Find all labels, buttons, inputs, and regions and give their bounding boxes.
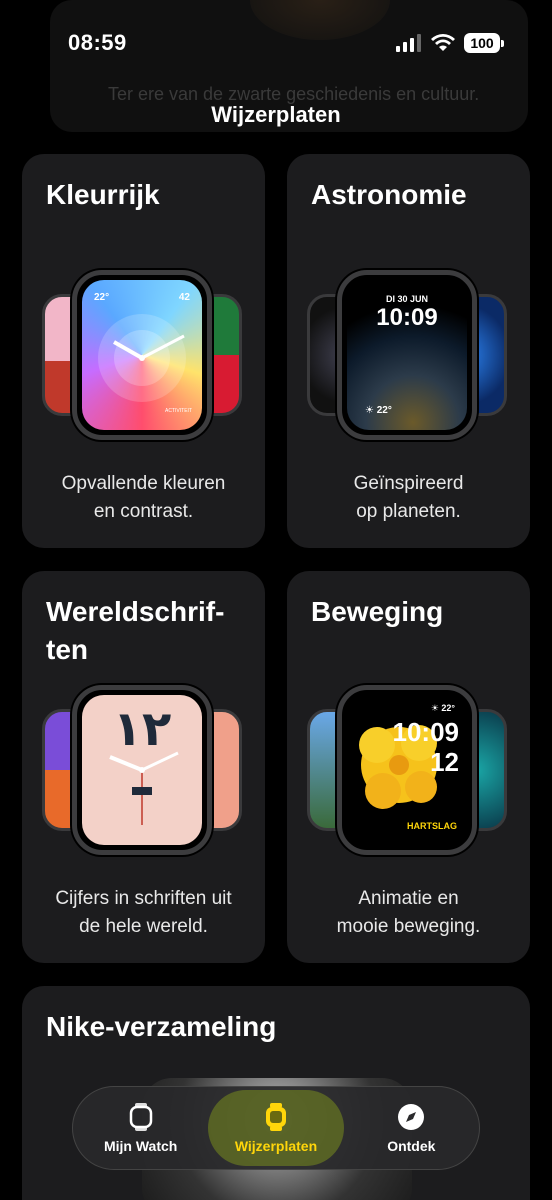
heart-rate-label: HARTSLAG [407,821,457,831]
card-astronomie[interactable]: Astronomie DI 30 JUN 10:09 ☀ 22° Geïnspi… [287,154,530,548]
tab-mijn-watch[interactable]: Mijn Watch [73,1090,208,1166]
status-icons: 100 [396,33,504,53]
time-label: 10:09 [392,717,460,747]
battery-icon: 100 [464,33,504,53]
card-title: Beweging [311,596,444,627]
card-description: Animatie en mooie beweging. [336,888,481,937]
watch-preview-kleurrijk: 22° 42 ACTIVITEIT [42,270,242,440]
watch-preview-beweging: ☀ 22° 10:09 12 HARTSLAG [307,685,507,855]
complication-activity: ACTIVITEIT [165,408,192,414]
battery-level: 100 [464,33,500,53]
card-description: Geïnspireerd op planeten. [353,473,464,522]
watch-preview-wereldschriften: ١٢ [42,685,242,855]
tab-wijzerplaten[interactable]: Wijzerplaten [208,1090,344,1166]
wifi-icon [431,34,455,51]
card-title: Wereldschrif- ten [46,596,225,665]
card-kleurrijk[interactable]: Kleurrijk 22° 42 ACTIVITEIT Opvallende k… [22,154,265,548]
temperature-label: ☀ 22° [430,703,455,713]
tab-bar: Mijn Watch Wijzerplaten Ontdek [72,1086,480,1170]
tab-label: Ontdek [387,1138,436,1154]
date-label: DI 30 JUN [385,294,429,304]
minute-label: 12 [430,747,459,777]
complication-value: 42 [178,292,190,303]
card-beweging[interactable]: Beweging ☀ 22° 10:09 12 HARTSLAG Animati… [287,571,530,963]
watchface-icon [261,1102,291,1132]
tab-label: Mijn Watch [103,1138,178,1154]
card-description: Cijfers in schriften uit de hele wereld. [55,888,232,937]
watch-face-beweging: ☀ 22° 10:09 12 HARTSLAG [337,685,477,855]
temperature-label: ☀ 22° [365,405,392,416]
card-title: Nike-verzameling [46,1011,277,1042]
watch-preview-astronomie: DI 30 JUN 10:09 ☀ 22° [307,270,507,440]
tab-label: Wijzerplaten [234,1138,318,1154]
status-bar: 08:59 100 [0,0,552,90]
watch-face-wereldschriften: ١٢ [72,685,212,855]
compass-icon [396,1102,426,1132]
card-title: Astronomie [311,179,467,210]
tab-ontdek[interactable]: Ontdek [344,1090,479,1166]
cellular-signal-icon [396,34,421,52]
card-title: Kleurrijk [46,179,160,210]
watch-face-kleurrijk: 22° 42 ACTIVITEIT [72,270,212,440]
status-time: 08:59 [68,30,127,55]
card-description: Opvallende kleuren en contrast. [61,473,226,522]
complication-temp: 22° [94,292,110,303]
card-wereldschriften[interactable]: Wereldschrif- ten ١٢ Cijfers in schrifte… [22,571,265,963]
page-title: Wijzerplaten [211,102,341,127]
watch-face-astronomie: DI 30 JUN 10:09 ☀ 22° [337,270,477,440]
time-label: 10:09 [376,304,438,331]
watch-icon [126,1102,156,1132]
